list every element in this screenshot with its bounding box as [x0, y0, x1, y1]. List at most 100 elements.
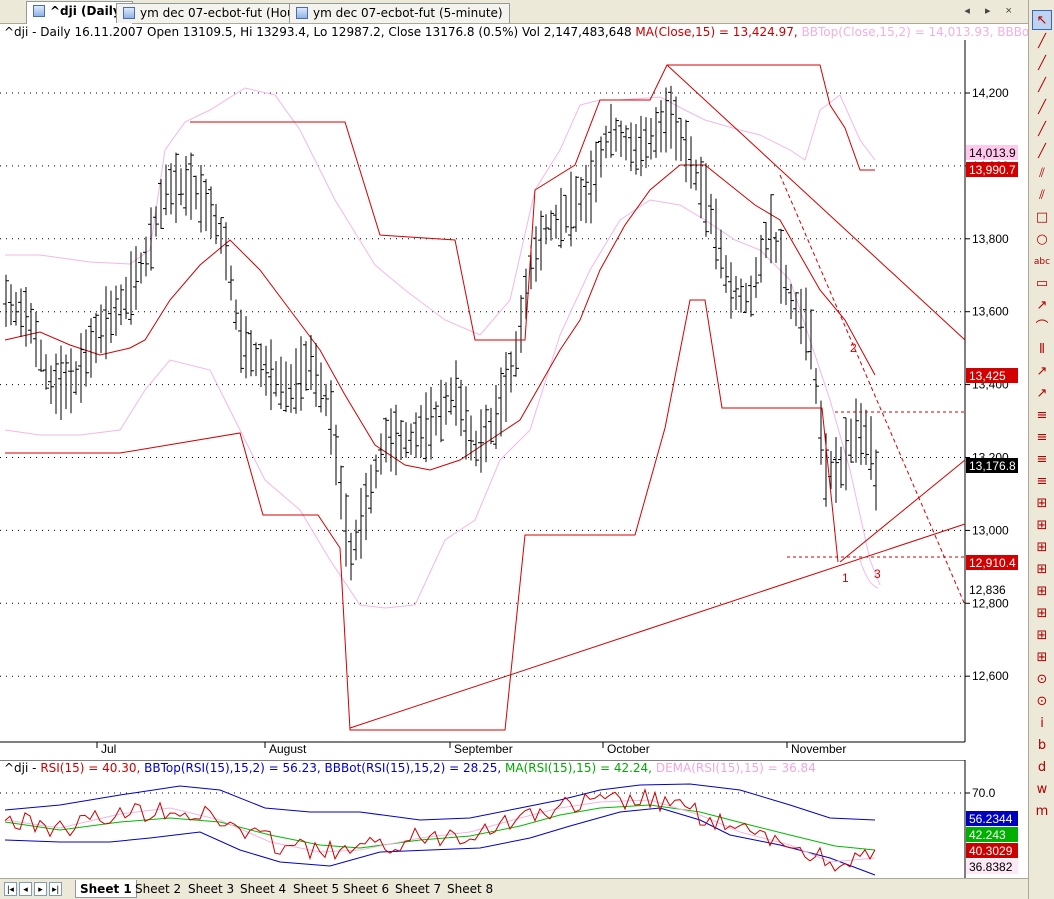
price-bar: [593, 141, 599, 203]
drawing-tool-button[interactable]: i: [1032, 714, 1052, 734]
drawing-tool-button[interactable]: ▭: [1032, 274, 1052, 294]
price-bar: [233, 299, 239, 330]
drawing-tool-button[interactable]: ╱: [1032, 142, 1052, 162]
price-marker-upper-line: 13,990.7: [966, 162, 1018, 177]
drawing-tool-button[interactable]: ⊞: [1032, 582, 1052, 602]
drawing-tool-button[interactable]: ↖: [1032, 10, 1052, 30]
drawing-tool-button[interactable]: ≡: [1032, 472, 1052, 492]
drawing-tool-button[interactable]: ⫽: [1032, 186, 1052, 206]
price-bar: [723, 255, 729, 293]
window-controls[interactable]: ◂ ▸ ×: [964, 4, 1018, 17]
sheet-tab-7[interactable]: Sheet 7: [391, 880, 445, 898]
last-sheet-button[interactable]: ▸|: [49, 882, 62, 896]
price-bar: [793, 291, 799, 327]
price-bar: [533, 226, 539, 282]
drawing-tool-button[interactable]: ⊞: [1032, 604, 1052, 624]
drawing-tool-button[interactable]: ⊞: [1032, 648, 1052, 668]
price-bar: [698, 156, 704, 219]
sheet-tab-bar: |◂ ◂ ▸ ▸| Sheet 1 Sheet 2 Sheet 3 Sheet 4 Sh…: [0, 878, 1028, 899]
drawing-tool-button[interactable]: ╱: [1032, 120, 1052, 140]
drawing-tool-button[interactable]: ╱: [1032, 54, 1052, 74]
price-bar: [588, 150, 594, 224]
price-chart[interactable]: 123 14,20014,00013,80013,60013,40013,200…: [0, 24, 1028, 760]
price-bar: [453, 360, 459, 426]
next-sheet-button[interactable]: ▸: [34, 882, 47, 896]
drawing-tool-button[interactable]: ╱: [1032, 98, 1052, 118]
price-bar: [108, 290, 114, 343]
drawing-tool-button[interactable]: ⫽: [1032, 164, 1052, 184]
price-bar: [653, 107, 659, 158]
price-bar: [258, 343, 264, 388]
price-bar: [748, 275, 754, 317]
drawing-tool-button[interactable]: □: [1032, 208, 1052, 228]
rsi-bbbot-label: BBBot(RSI(15),15,2) = 28.25,: [324, 761, 502, 775]
price-bar: [708, 193, 714, 235]
sheet-tab-4[interactable]: Sheet 4: [236, 880, 290, 898]
price-bar: [458, 379, 464, 437]
drawing-tool-button[interactable]: ⊙: [1032, 692, 1052, 712]
drawing-tool-button[interactable]: abc: [1032, 252, 1052, 272]
drawing-toolbar: ↖ ╱ ╱ ╱ ╱ ╱ ╱ ⫽ ⫽ □ ○ abc ▭ ↗ ⌒ ⫴ ↗ ↗ ≡ ≡ ≡ ≡ ⊞ ⊞ ⊞ ⊞ ⊞ ⊞ ⊞ ⊞ ⊙ ⊙ i b d w m: [1028, 0, 1054, 899]
price-bar: [373, 454, 379, 489]
sheet-tab-1[interactable]: Sheet 1: [75, 880, 137, 898]
drawing-tool-button[interactable]: ↗: [1032, 296, 1052, 316]
price-bar: [393, 404, 399, 476]
drawing-tool-button[interactable]: ≡: [1032, 450, 1052, 470]
drawing-tool-button[interactable]: ○: [1032, 230, 1052, 250]
drawing-tool-button[interactable]: m: [1032, 802, 1052, 822]
drawing-tool-button[interactable]: ⊞: [1032, 560, 1052, 580]
drawing-tool-button[interactable]: b: [1032, 736, 1052, 756]
price-bar: [498, 367, 504, 437]
drawing-tool-button[interactable]: w: [1032, 780, 1052, 800]
first-sheet-button[interactable]: |◂: [4, 882, 17, 896]
price-bar: [83, 329, 89, 387]
prev-sheet-button[interactable]: ◂: [19, 882, 32, 896]
drawing-tool-button[interactable]: ≡: [1032, 406, 1052, 426]
price-bar: [243, 316, 249, 379]
price-bar: [363, 472, 369, 541]
price-bar: [538, 210, 544, 271]
drawing-tool-button[interactable]: ⊞: [1032, 516, 1052, 536]
drawing-tool-button[interactable]: ╱: [1032, 76, 1052, 96]
rsi-dema-label: DEMA(RSI(15),15) = 36.84: [655, 761, 816, 775]
sheet-tab-5[interactable]: Sheet 5: [289, 880, 343, 898]
ma-line: [4, 164, 876, 471]
price-bar: [178, 168, 184, 206]
price-bar: [118, 284, 124, 326]
sheet-tab-6[interactable]: Sheet 6: [339, 880, 393, 898]
drawing-tool-button[interactable]: ⊙: [1032, 670, 1052, 690]
price-bar: [68, 348, 74, 414]
drawing-tool-button[interactable]: ≡: [1032, 428, 1052, 448]
price-bar: [478, 409, 484, 473]
price-bar: [773, 232, 779, 263]
price-bar: [503, 352, 509, 422]
drawing-tool-button[interactable]: ⊞: [1032, 494, 1052, 514]
rsi-chart[interactable]: 70.0 56.2344 42.243 40.3029 36.8382: [0, 760, 1028, 878]
price-marker-value: 14,013.9: [969, 146, 1016, 160]
price-bar: [308, 335, 314, 390]
drawing-tool-button[interactable]: ⌒: [1032, 318, 1052, 338]
drawing-tool-button[interactable]: ↗: [1032, 384, 1052, 404]
price-info-line: ^dji - Daily 16.11.2007 Open 13109.5, Hi…: [4, 25, 1054, 39]
rsi-marker-value: 36.8382: [969, 860, 1013, 874]
drawing-tool-button[interactable]: d: [1032, 758, 1052, 778]
tab-ym-5minute[interactable]: ym dec 07-ecbot-fut (5-minute): [289, 3, 510, 23]
drawing-tool-button[interactable]: ⫴: [1032, 340, 1052, 360]
drawing-tool-button[interactable]: ↗: [1032, 362, 1052, 382]
drawing-tool-button[interactable]: ⊞: [1032, 626, 1052, 646]
drawing-tool-button[interactable]: ⊞: [1032, 538, 1052, 558]
price-tick-label: 12,800: [972, 596, 1009, 610]
price-bar: [238, 309, 244, 373]
sheet-tab-8[interactable]: Sheet 8: [443, 880, 497, 898]
rsi-marker-rsi: 40.3029: [966, 843, 1018, 858]
rsi-marker-bbtop: 56.2344: [966, 811, 1018, 826]
price-tick-label: 13,600: [972, 305, 1009, 319]
price-bar: [38, 339, 44, 372]
sheet-tab-3[interactable]: Sheet 3: [184, 880, 238, 898]
drawing-tool-button[interactable]: ╱: [1032, 32, 1052, 52]
price-bar: [553, 204, 559, 239]
rsi-bbtop-line: [4, 783, 876, 821]
price-bar: [278, 356, 284, 410]
price-tick-label: 12,600: [972, 669, 1009, 683]
sheet-tab-2[interactable]: Sheet 2: [131, 880, 185, 898]
